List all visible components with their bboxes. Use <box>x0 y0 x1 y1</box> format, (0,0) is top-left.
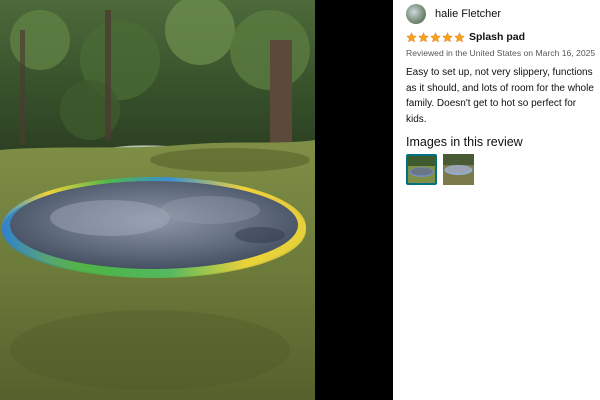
images-heading: Images in this review <box>406 135 523 149</box>
review-panel: halie Fletcher Splash pad Reviewed in th… <box>393 0 600 400</box>
review-photo-viewer[interactable] <box>0 0 393 400</box>
review-image-thumbnail-2[interactable] <box>443 154 474 185</box>
review-date: Reviewed in the United States on March 1… <box>406 48 596 58</box>
review-image-thumbnails <box>406 154 600 185</box>
review-title[interactable]: Splash pad <box>469 31 525 43</box>
review-image-thumbnail-1[interactable] <box>406 154 437 185</box>
reviewer-name[interactable]: halie Fletcher <box>435 8 501 20</box>
review-photo <box>0 0 393 400</box>
star-icon <box>454 31 465 43</box>
avatar[interactable] <box>406 4 426 24</box>
reviewer-profile[interactable]: halie Fletcher <box>406 2 600 26</box>
star-icon <box>442 31 453 43</box>
review-body: Easy to set up, not very slippery, funct… <box>406 67 594 125</box>
star-icon <box>418 31 429 43</box>
star-icon <box>406 31 417 43</box>
review-title-row: Splash pad <box>406 30 600 44</box>
star-icon <box>430 31 441 43</box>
star-rating <box>406 31 466 43</box>
